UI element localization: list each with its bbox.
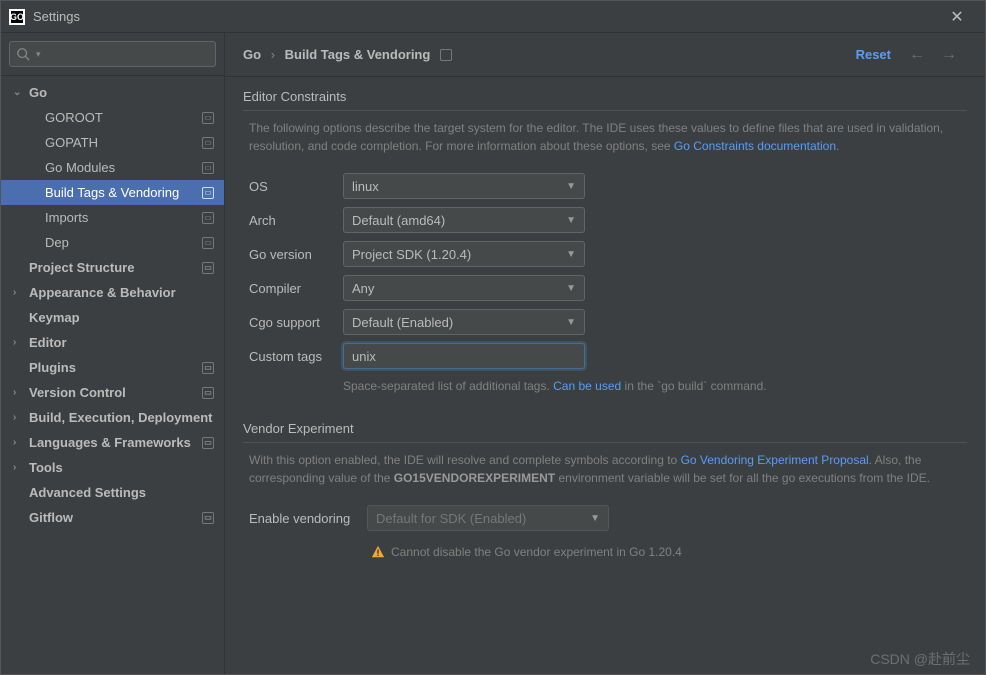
search-chevron-icon: ▾ bbox=[36, 49, 41, 60]
gover-select[interactable]: Project SDK (1.20.4)▼ bbox=[343, 241, 585, 267]
tags-label: Custom tags bbox=[249, 349, 343, 364]
tree-gopath[interactable]: GOPATH▭ bbox=[1, 130, 224, 155]
scope-badge-icon: ▭ bbox=[202, 137, 214, 149]
tree-advanced[interactable]: Advanced Settings bbox=[1, 480, 224, 505]
tree-dep[interactable]: Dep▭ bbox=[1, 230, 224, 255]
breadcrumb-sep-icon: › bbox=[271, 47, 275, 62]
chevron-right-icon: › bbox=[13, 387, 23, 398]
tree-goroot[interactable]: GOROOT▭ bbox=[1, 105, 224, 130]
gover-label: Go version bbox=[249, 247, 343, 262]
nav-forward-icon[interactable]: → bbox=[941, 46, 967, 64]
scope-badge-icon: ▭ bbox=[202, 212, 214, 224]
watermark: CSDN @赴前尘 bbox=[870, 649, 970, 669]
vendor-warning: Cannot disable the Go vendor experiment … bbox=[371, 545, 967, 559]
content-panel: Go › Build Tags & Vendoring Reset ← → Ed… bbox=[225, 33, 985, 674]
content-header: Go › Build Tags & Vendoring Reset ← → bbox=[225, 33, 985, 77]
chevron-down-icon: ▼ bbox=[590, 513, 600, 524]
breadcrumb: Go › Build Tags & Vendoring bbox=[243, 47, 430, 62]
compiler-label: Compiler bbox=[249, 281, 343, 296]
scope-badge-icon: ▭ bbox=[202, 237, 214, 249]
section-title: Editor Constraints bbox=[243, 89, 967, 111]
tree-go[interactable]: ⌄Go bbox=[1, 80, 224, 105]
tree-editor[interactable]: ›Editor bbox=[1, 330, 224, 355]
arch-select[interactable]: Default (amd64)▼ bbox=[343, 207, 585, 233]
section-title: Vendor Experiment bbox=[243, 421, 967, 443]
scope-badge-icon: ▭ bbox=[202, 162, 214, 174]
chevron-right-icon: › bbox=[13, 412, 23, 423]
section-description: With this option enabled, the IDE will r… bbox=[249, 451, 967, 487]
settings-tree: ⌄Go GOROOT▭ GOPATH▭ Go Modules▭ Build Ta… bbox=[1, 76, 224, 674]
tree-langs[interactable]: ›Languages & Frameworks▭ bbox=[1, 430, 224, 455]
tree-build[interactable]: ›Build, Execution, Deployment bbox=[1, 405, 224, 430]
scope-badge-icon: ▭ bbox=[202, 387, 214, 399]
warning-icon bbox=[371, 545, 385, 559]
scope-badge-icon bbox=[440, 49, 452, 61]
search-input[interactable]: ▾ bbox=[9, 41, 216, 67]
tree-gomodules[interactable]: Go Modules▭ bbox=[1, 155, 224, 180]
arch-label: Arch bbox=[249, 213, 343, 228]
scope-badge-icon: ▭ bbox=[202, 362, 214, 374]
editor-constraints-section: Editor Constraints The following options… bbox=[225, 77, 985, 409]
tree-appearance[interactable]: ›Appearance & Behavior bbox=[1, 280, 224, 305]
chevron-down-icon: ▼ bbox=[566, 249, 576, 260]
tags-hint: Space-separated list of additional tags.… bbox=[343, 379, 967, 393]
tree-tools[interactable]: ›Tools bbox=[1, 455, 224, 480]
chevron-right-icon: › bbox=[13, 437, 23, 448]
chevron-right-icon: › bbox=[13, 462, 23, 473]
app-icon: GO bbox=[9, 9, 25, 25]
chevron-down-icon: ▼ bbox=[566, 215, 576, 226]
constraints-doc-link[interactable]: Go Constraints documentation bbox=[674, 139, 836, 153]
tree-keymap[interactable]: Keymap bbox=[1, 305, 224, 330]
close-icon[interactable]: ✕ bbox=[937, 7, 977, 27]
scope-badge-icon: ▭ bbox=[202, 512, 214, 524]
cgo-label: Cgo support bbox=[249, 315, 343, 330]
tags-hint-link[interactable]: Can be used bbox=[553, 379, 621, 393]
vendor-experiment-section: Vendor Experiment With this option enabl… bbox=[225, 409, 985, 565]
titlebar: GO Settings ✕ bbox=[1, 1, 985, 33]
tree-plugins[interactable]: Plugins▭ bbox=[1, 355, 224, 380]
scope-badge-icon: ▭ bbox=[202, 112, 214, 124]
window-title: Settings bbox=[33, 9, 937, 24]
reset-button[interactable]: Reset bbox=[856, 47, 891, 62]
scope-badge-icon: ▭ bbox=[202, 262, 214, 274]
compiler-select[interactable]: Any▼ bbox=[343, 275, 585, 301]
sidebar: ▾ ⌄Go GOROOT▭ GOPATH▭ Go Modules▭ Build … bbox=[1, 33, 225, 674]
chevron-right-icon: › bbox=[13, 337, 23, 348]
chevron-right-icon: › bbox=[13, 287, 23, 298]
section-description: The following options describe the targe… bbox=[249, 119, 967, 155]
scope-badge-icon: ▭ bbox=[202, 437, 214, 449]
tree-imports[interactable]: Imports▭ bbox=[1, 205, 224, 230]
search-icon bbox=[16, 47, 30, 61]
chevron-down-icon: ▼ bbox=[566, 181, 576, 192]
os-select[interactable]: linux▼ bbox=[343, 173, 585, 199]
chevron-down-icon: ▼ bbox=[566, 283, 576, 294]
vendor-proposal-link[interactable]: Go Vendoring Experiment Proposal bbox=[681, 453, 869, 467]
chevron-down-icon: ⌄ bbox=[13, 87, 23, 98]
enable-vendoring-select: Default for SDK (Enabled)▼ bbox=[367, 505, 609, 531]
tree-gitflow[interactable]: Gitflow▭ bbox=[1, 505, 224, 530]
custom-tags-input[interactable] bbox=[343, 343, 585, 369]
nav-back-icon[interactable]: ← bbox=[909, 46, 935, 64]
os-label: OS bbox=[249, 179, 343, 194]
scope-badge-icon: ▭ bbox=[202, 187, 214, 199]
chevron-down-icon: ▼ bbox=[566, 317, 576, 328]
enable-vendoring-label: Enable vendoring bbox=[249, 511, 367, 526]
cgo-select[interactable]: Default (Enabled)▼ bbox=[343, 309, 585, 335]
tree-buildtags[interactable]: Build Tags & Vendoring▭ bbox=[1, 180, 224, 205]
tree-vcs[interactable]: ›Version Control▭ bbox=[1, 380, 224, 405]
tree-projstruct[interactable]: Project Structure▭ bbox=[1, 255, 224, 280]
